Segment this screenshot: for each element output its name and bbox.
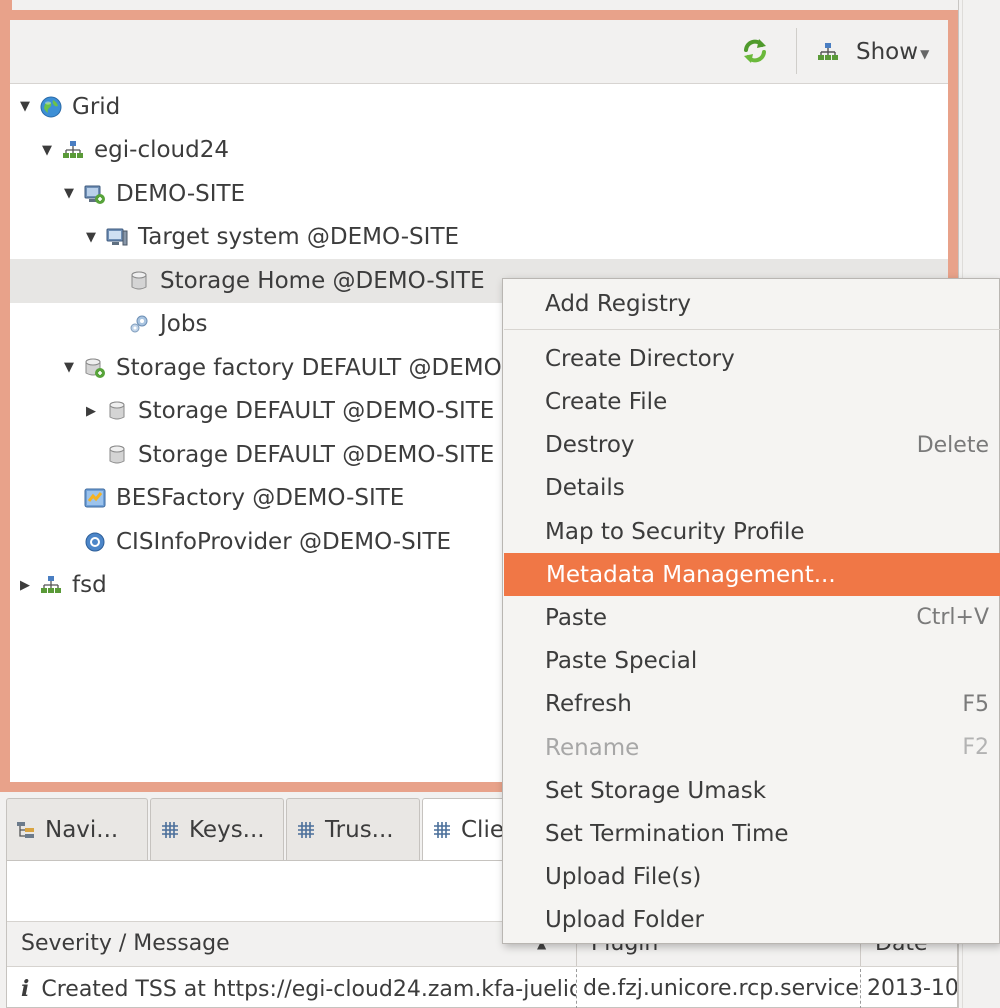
menu-item-set-storage-umask[interactable]: Set Storage Umask [503,769,1000,812]
jobs-icon [128,313,150,335]
menu-item-create-directory[interactable]: Create Directory [503,337,1000,380]
tree-item-label: Target system @DEMO-SITE [138,224,460,251]
client-log-icon [431,819,453,841]
menu-item-details[interactable]: Details [503,467,1000,510]
storage-factory-icon [84,357,106,379]
collapse-arrow-icon[interactable]: ▶ [18,578,32,593]
expand-arrow-icon[interactable]: ▼ [40,143,54,158]
menu-item-label: Paste Special [545,648,698,675]
tab-truststore[interactable]: Trus... [286,798,420,860]
menu-item-label: Details [545,475,625,502]
tab-navigator[interactable]: Navi... [6,798,148,860]
show-menu-button[interactable]: Show ▼ [816,30,929,74]
registry-icon [62,139,84,161]
expand-arrow-icon[interactable]: ▼ [62,186,76,201]
log-date-cell: 2013-10 [867,969,957,1008]
tree-item-label: fsd [72,572,107,599]
menu-item-label: Destroy [545,432,635,459]
expand-arrow-icon[interactable]: ▼ [62,360,76,375]
table-row[interactable]: i Created TSS at https://egi-cloud24.zam.… [7,969,957,1008]
collapse-arrow-icon[interactable]: ▶ [84,404,98,419]
log-message: Created TSS at https://egi-cloud24.zam.k… [41,977,577,1002]
tree-item-label: egi-cloud24 [94,137,229,164]
storage-icon [106,444,128,466]
refresh-icon[interactable] [740,36,770,66]
registry-icon [40,574,62,596]
menu-item-label: Set Termination Time [545,820,789,847]
menu-item-label: Rename [545,734,640,761]
storage-icon [106,400,128,422]
log-message-cell: i Created TSS at https://egi-cloud24.zam.… [21,969,577,1008]
show-label: Show [856,39,919,65]
menu-item-label: Create Directory [545,345,735,372]
tree-item-label: Storage DEFAULT @DEMO-SITE [138,441,495,468]
tree-item-label: Jobs [160,311,208,338]
menu-item-label: Map to Security Profile [545,518,805,545]
menu-separator [504,329,1000,331]
log-plugin: de.fzj.unicore.rcp.servicebrowser [583,976,860,1001]
tree-item-label: Storage Home @DEMO-SITE [160,267,485,294]
menu-item-upload-file-s[interactable]: Upload File(s) [503,856,1000,899]
site-icon [84,183,106,205]
menu-item-rename[interactable]: Rename F2 [503,726,1000,769]
tree-item-label: BESFactory @DEMO-SITE [116,485,405,512]
log-date: 2013-10 [867,976,957,1001]
tab-label: Trus... [325,816,394,843]
menu-item-label: Add Registry [545,290,691,317]
tree-item[interactable]: ▼ DEMO-SITE [10,172,948,216]
truststore-icon [295,819,317,841]
info-icon: i [21,976,30,1002]
menu-item-paste-special[interactable]: Paste Special [503,640,1000,683]
menu-item-label: Metadata Management... [546,561,836,588]
menu-item-label: Refresh [545,691,632,718]
menu-item-set-termination-time[interactable]: Set Termination Time [503,812,1000,855]
bes-factory-icon [84,487,106,509]
menu-item-paste[interactable]: Paste Ctrl+V [503,596,1000,639]
tree-item-label: CISInfoProvider @DEMO-SITE [116,528,452,555]
menu-item-label: Upload File(s) [545,864,702,891]
cis-info-icon [84,531,106,553]
menu-item-shortcut: F5 [962,691,989,717]
tree-item[interactable]: ▼ Grid [10,85,948,129]
menu-item-label: Paste [545,604,608,631]
log-plugin-cell: de.fzj.unicore.rcp.servicebrowser [583,969,861,1008]
menu-item-label: Set Storage Umask [545,777,767,804]
tab-keystore[interactable]: Keys... [150,798,284,860]
column-severity-message[interactable]: Severity / Message [7,922,577,966]
view-toolbar: Show ▼ [10,20,948,84]
tree-item-label: Storage DEFAULT @DEMO-SITE [138,398,495,425]
storage-icon [128,270,150,292]
keystore-icon [159,819,181,841]
target-system-icon [106,226,128,248]
menu-item-shortcut: Ctrl+V [916,605,989,631]
menu-item-shortcut: Delete [916,432,989,458]
registry-icon [816,40,840,64]
tab-label: Navi... [45,816,119,843]
globe-icon [40,96,62,118]
expand-arrow-icon[interactable]: ▼ [84,230,98,245]
tree-item-label: Storage factory DEFAULT @DEMO-SITE [116,354,561,381]
menu-item-metadata-management[interactable]: Metadata Management... [504,553,1000,597]
bottom-tab-bar: Navi...Keys...Trus...Client Log [6,798,564,860]
tab-label: Keys... [189,816,265,843]
tree-item[interactable]: ▼ egi-cloud24 [10,129,948,173]
menu-item-refresh[interactable]: Refresh F5 [503,683,1000,726]
menu-item-map-to-security-profile[interactable]: Map to Security Profile [503,510,1000,553]
expand-arrow-icon[interactable]: ▼ [18,99,32,114]
menu-item-add-registry[interactable]: Add Registry [503,282,1000,325]
menu-item-destroy[interactable]: Destroy Delete [503,424,1000,467]
menu-item-upload-folder[interactable]: Upload Folder [503,899,1000,942]
menu-item-label: Create File [545,388,668,415]
menu-item-create-file[interactable]: Create File [503,380,1000,423]
toolbar-separator [796,28,797,74]
navigator-icon [15,819,37,841]
tree-item-label: Grid [72,93,121,120]
tree-item[interactable]: ▼ Target system @DEMO-SITE [10,216,948,260]
menu-item-shortcut: F2 [962,735,989,760]
chevron-down-icon: ▼ [920,47,930,61]
tree-item-label: DEMO-SITE [116,180,246,207]
context-menu: Add Registry Create Directory Create File D… [502,278,1000,944]
menu-item-label: Upload Folder [545,907,704,934]
